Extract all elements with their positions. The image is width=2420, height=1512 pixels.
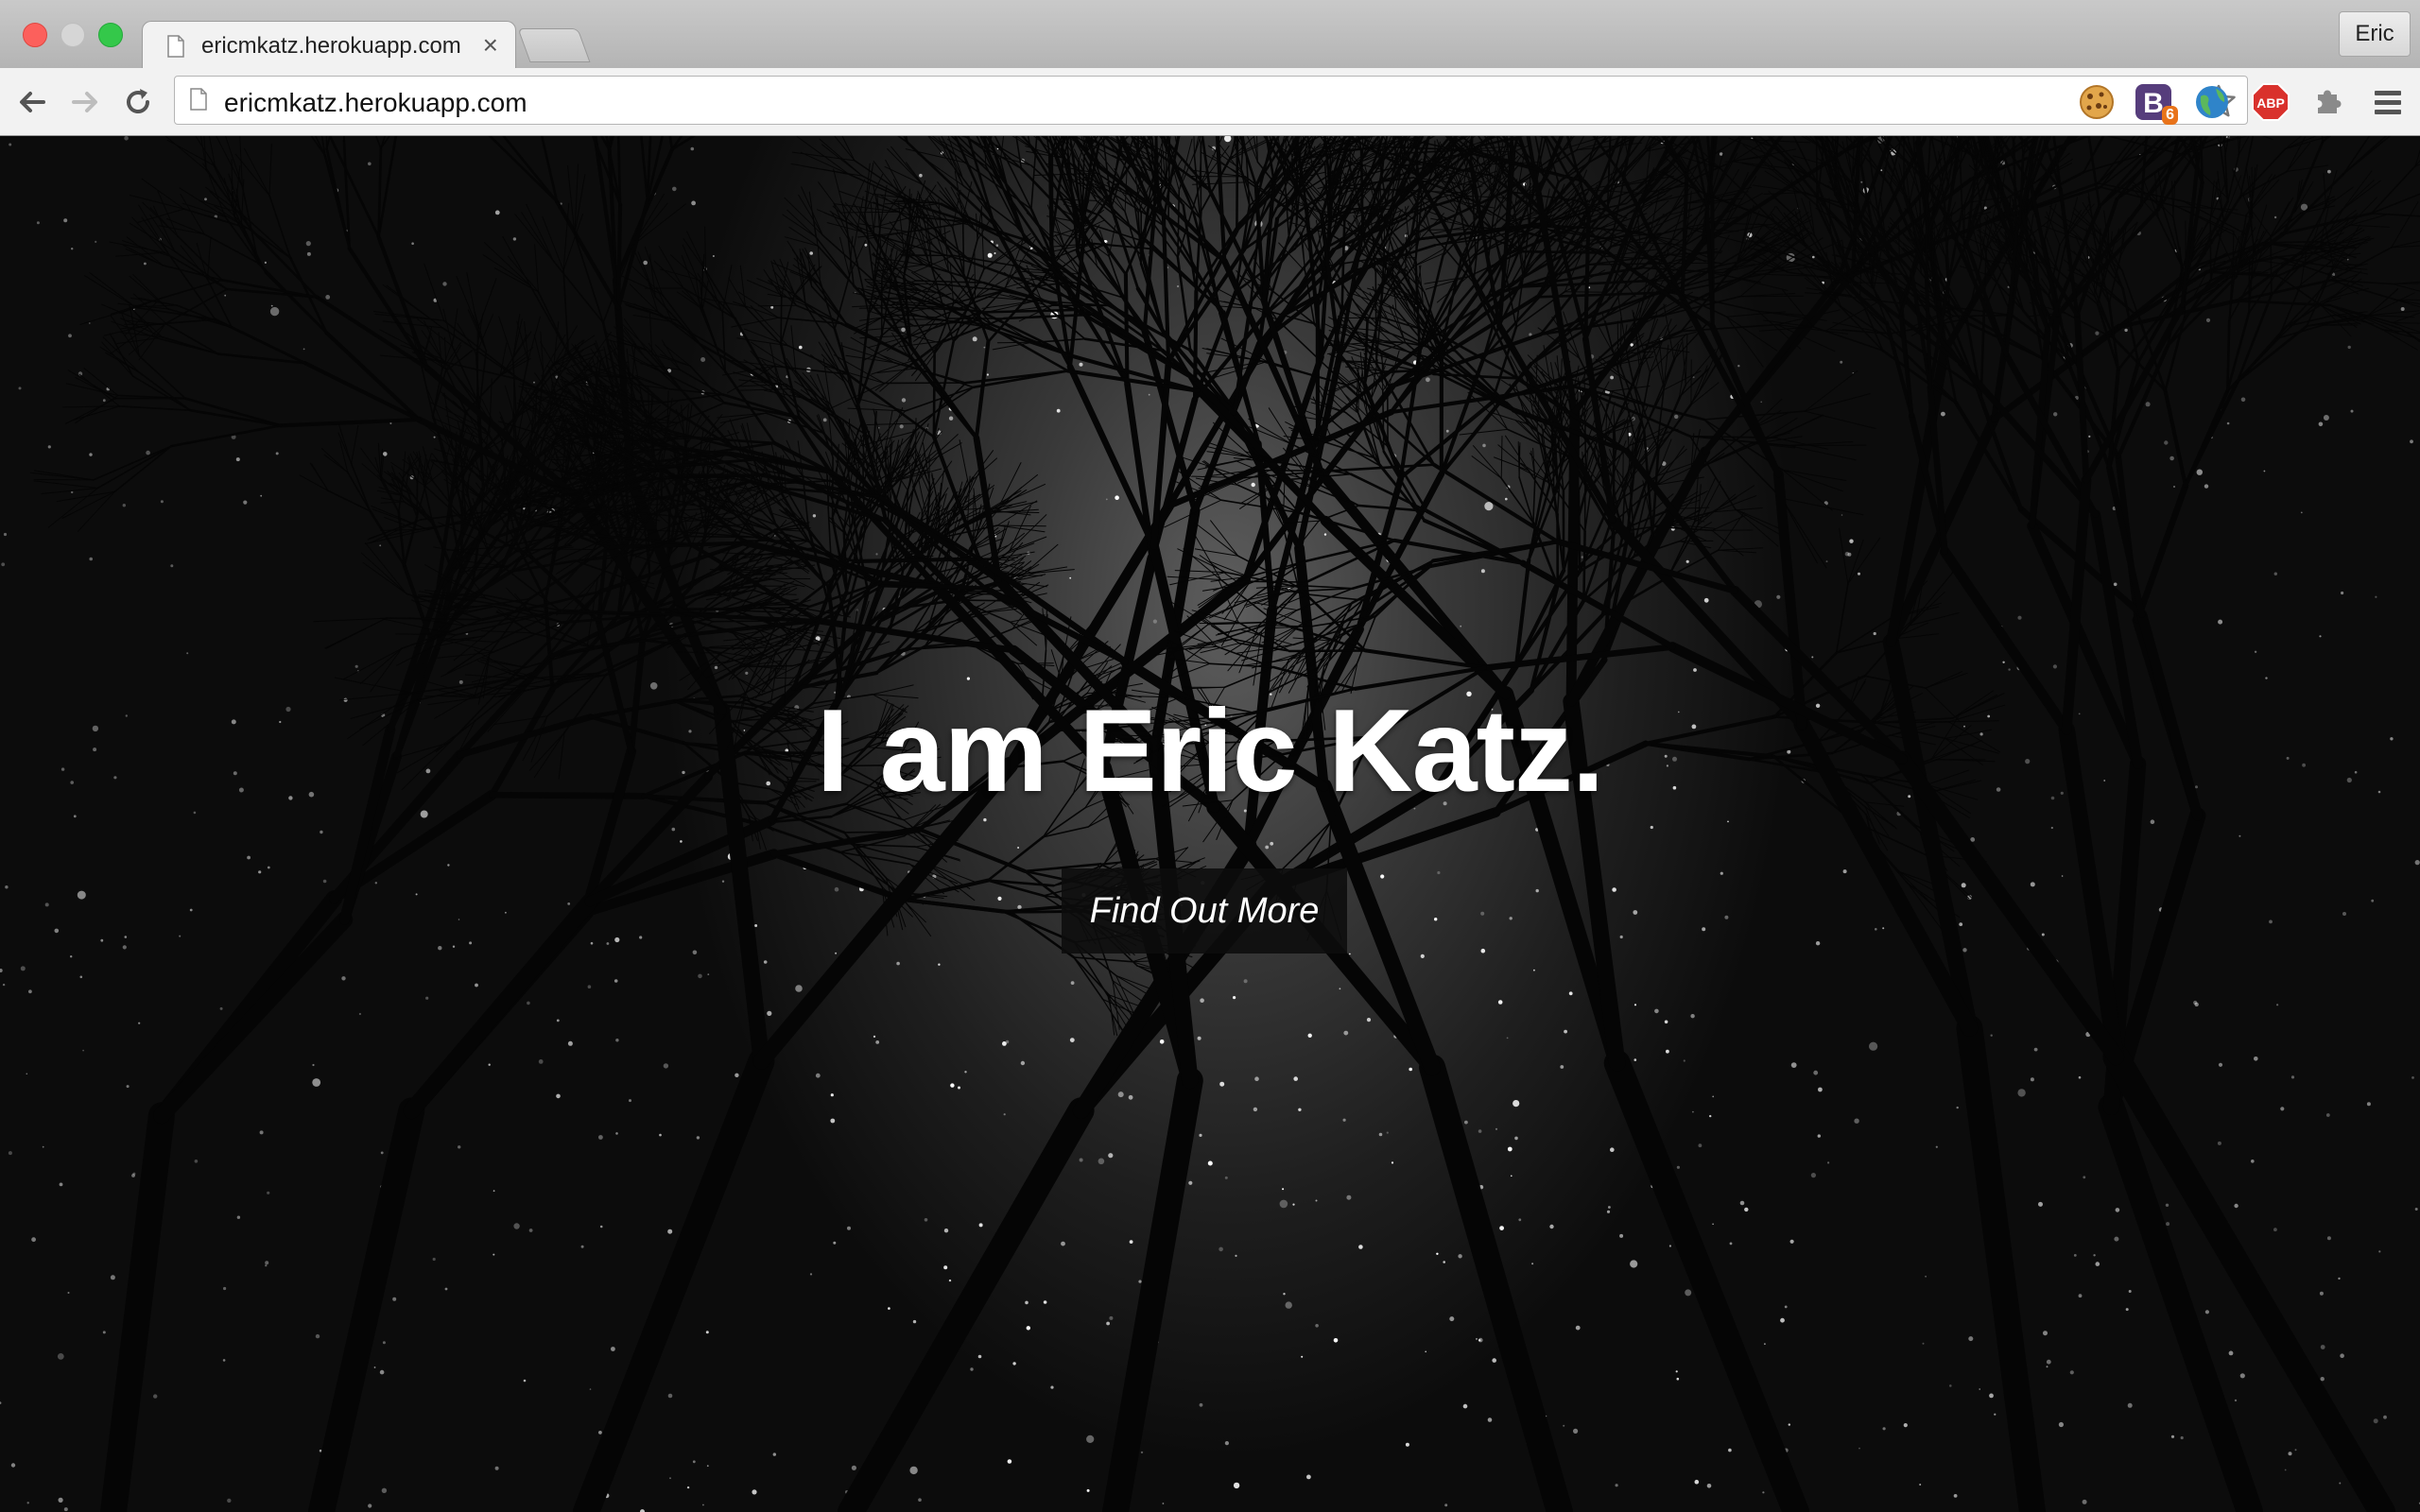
close-window-button[interactable] [23, 23, 47, 47]
cookie-extension-icon[interactable] [2076, 81, 2118, 123]
svg-text:B: B [2143, 88, 2164, 119]
new-tab-button[interactable] [517, 28, 591, 62]
stop-sign-icon: ABP [2252, 83, 2290, 121]
adblock-plus-icon[interactable]: ABP [2250, 81, 2291, 123]
tree-silhouettes [29, 136, 2420, 1512]
hero-title: I am Eric Katz. [816, 686, 1605, 816]
bootstrap-extension-icon[interactable]: B 6 [2133, 81, 2178, 125]
back-arrow-icon[interactable] [13, 83, 51, 121]
reload-icon[interactable] [119, 83, 157, 121]
puzzle-extension-icon[interactable] [2307, 81, 2348, 123]
profile-button[interactable]: Eric [2339, 11, 2411, 57]
page-icon [190, 88, 207, 111]
browser-title-bar: ericmkatz.herokuapp.com × Eric [0, 0, 2420, 70]
page-icon [167, 35, 184, 58]
find-out-more-button[interactable]: Find Out More [1062, 868, 1347, 954]
menu-hamburger-icon[interactable] [2367, 81, 2409, 123]
abp-label: ABP [2256, 95, 2285, 111]
extension-badge: 6 [2162, 106, 2178, 125]
night-sky-trees-background [0, 136, 2420, 1512]
forward-arrow-icon[interactable] [66, 83, 104, 121]
zoom-window-button[interactable] [98, 23, 123, 47]
address-bar[interactable]: ericmkatz.herokuapp.com [174, 76, 2248, 125]
page-viewport: I am Eric Katz. Find Out More [0, 136, 2420, 1512]
tab-title: ericmkatz.herokuapp.com [201, 33, 461, 59]
url-text[interactable]: ericmkatz.herokuapp.com [224, 88, 527, 118]
browser-tab[interactable]: ericmkatz.herokuapp.com × [142, 21, 516, 70]
browser-toolbar: ericmkatz.herokuapp.com B 6 ABP [0, 68, 2420, 136]
minimize-window-button[interactable] [60, 23, 85, 47]
globe-extension-icon[interactable] [2191, 81, 2233, 123]
tab-close-icon[interactable]: × [483, 30, 498, 60]
